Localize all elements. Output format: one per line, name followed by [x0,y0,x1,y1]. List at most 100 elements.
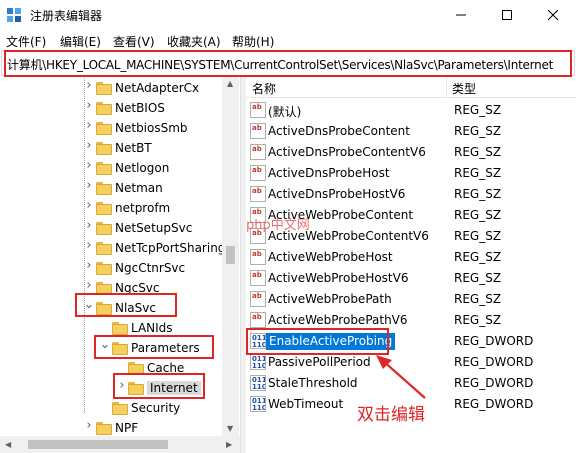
tree-item[interactable]: › NetSetupSvc [0,219,222,239]
tree-item[interactable]: › Netman [0,179,222,199]
tree-item-label: Netman [115,181,163,195]
scroll-right-icon[interactable]: ▶ [226,440,232,449]
chevron-right-icon[interactable]: › [83,179,95,192]
watermark: php中文网 [246,218,310,233]
chevron-right-icon[interactable]: › [83,199,95,212]
list-item[interactable]: ab ActiveDnsProbeContent REG_SZ [246,121,576,142]
value-type: REG_DWORD [454,355,534,369]
list-header: 名称 类型 [246,76,576,98]
column-separator[interactable] [446,76,447,98]
tree-item[interactable]: › NetBIOS [0,99,222,119]
annotation-double-click: 双击编辑 [357,405,425,425]
list-item[interactable]: ab ActiveWebProbePath REG_SZ [246,289,576,310]
tree-item[interactable]: › NgcCtnrSvc [0,259,222,279]
value-type: REG_SZ [454,271,502,285]
string-value-icon: ab [250,312,266,328]
string-value-icon: ab [250,186,266,202]
chevron-right-icon[interactable]: › [83,79,95,92]
list-item[interactable]: ab ActiveDnsProbeHost REG_SZ [246,163,576,184]
menu-bar: 文件(F) 编辑(E) 查看(V) 收藏夹(A) 帮助(H) [0,30,576,50]
tree-item-label: NgcCtnrSvc [115,261,186,275]
tree-item-label: NetBIOS [115,101,165,115]
tree-item-label: NetbiosSmb [115,121,188,135]
tree-scroll-thumb[interactable] [226,246,235,264]
highlight-enableactiveprobing [246,328,389,355]
tree-item-label: NetBT [115,141,152,155]
string-value-icon: ab [250,102,266,118]
folder-icon [112,402,128,415]
tree-item[interactable]: › netprofm [0,199,222,219]
minimize-button[interactable] [438,0,484,30]
column-type-header[interactable]: 类型 [452,80,476,97]
folder-icon [96,262,112,275]
close-icon [548,10,558,20]
value-name: PassivePollPeriod [268,355,371,369]
chevron-right-icon[interactable]: › [83,139,95,152]
chevron-right-icon[interactable]: › [83,259,95,272]
list-item[interactable]: ab ActiveWebProbeHost REG_SZ [246,247,576,268]
value-name: ActiveDnsProbeHostV6 [268,187,406,201]
chevron-right-icon[interactable]: › [83,239,95,252]
value-type: REG_SZ [454,187,502,201]
tree-item[interactable]: Security [0,399,222,419]
value-name: StaleThreshold [268,376,358,390]
menu-favorites[interactable]: 收藏夹(A) [167,33,221,50]
folder-icon [96,242,112,255]
highlight-parameters [94,335,214,359]
list-item[interactable]: ab ActiveDnsProbeHostV6 REG_SZ [246,184,576,205]
scroll-down-icon[interactable]: ▼ [227,424,233,433]
list-item[interactable]: ab (默认) REG_SZ [246,100,576,121]
tree-item[interactable]: › NetbiosSmb [0,119,222,139]
arrow-annotation-icon [376,355,426,399]
string-value-icon: ab [250,165,266,181]
menu-file[interactable]: 文件(F) [6,33,46,50]
chevron-right-icon[interactable]: › [83,279,95,292]
menu-help[interactable]: 帮助(H) [232,33,274,50]
value-type: REG_SZ [454,103,502,117]
tree-item-label: NetTcpPortSharing [115,241,226,255]
maximize-icon [502,10,512,20]
list-item[interactable]: ab ActiveDnsProbeContentV6 REG_SZ [246,142,576,163]
chevron-right-icon[interactable]: › [83,419,95,432]
value-type: REG_SZ [454,292,502,306]
value-name: ActiveDnsProbeHost [268,166,390,180]
value-name: ActiveWebProbePathV6 [268,313,408,327]
tree-item-label: NetSetupSvc [115,221,193,235]
scroll-up-icon[interactable]: ▲ [227,79,233,88]
list-item[interactable]: ab ActiveWebProbeHostV6 REG_SZ [246,268,576,289]
tree-item-label: LANIds [131,321,173,335]
tree-hscroll-thumb[interactable] [28,440,168,449]
tree-item-label: NPF [115,421,139,435]
scroll-left-icon[interactable]: ◀ [5,440,11,449]
folder-icon [96,422,112,435]
chevron-right-icon[interactable]: › [83,99,95,112]
column-name-header[interactable]: 名称 [252,80,276,97]
chevron-right-icon[interactable]: › [83,159,95,172]
menu-view[interactable]: 查看(V) [113,33,155,50]
value-name: ActiveDnsProbeContent [268,124,410,138]
folder-icon [96,102,112,115]
value-type: REG_SZ [454,145,502,159]
maximize-button[interactable] [484,0,530,30]
tree-item[interactable]: › NetBT [0,139,222,159]
tree-item[interactable]: › Netlogon [0,159,222,179]
tree-vertical-scrollbar[interactable]: ▲ ▼ [222,76,239,436]
tree-item[interactable]: › NetAdapterCx [0,79,222,99]
chevron-right-icon[interactable]: › [83,219,95,232]
menu-edit[interactable]: 编辑(E) [60,33,101,50]
title-bar: 注册表编辑器 [0,0,576,30]
string-value-icon: ab [250,270,266,286]
highlight-internet [113,373,205,399]
value-name: WebTimeout [268,397,344,411]
tree-item[interactable]: › NetTcpPortSharing [0,239,226,259]
tree-horizontal-scrollbar[interactable]: ◀ ▶ [0,436,240,453]
chevron-right-icon[interactable]: › [83,119,95,132]
value-name: ActiveDnsProbeContentV6 [268,145,426,159]
tree-item-label: netprofm [115,201,171,215]
close-button[interactable] [530,0,576,30]
highlight-nlasvc [75,293,177,317]
folder-icon [96,162,112,175]
value-name: ActiveWebProbeHostV6 [268,271,409,285]
value-type: REG_SZ [454,313,502,327]
tree-item-label: Security [131,401,181,415]
